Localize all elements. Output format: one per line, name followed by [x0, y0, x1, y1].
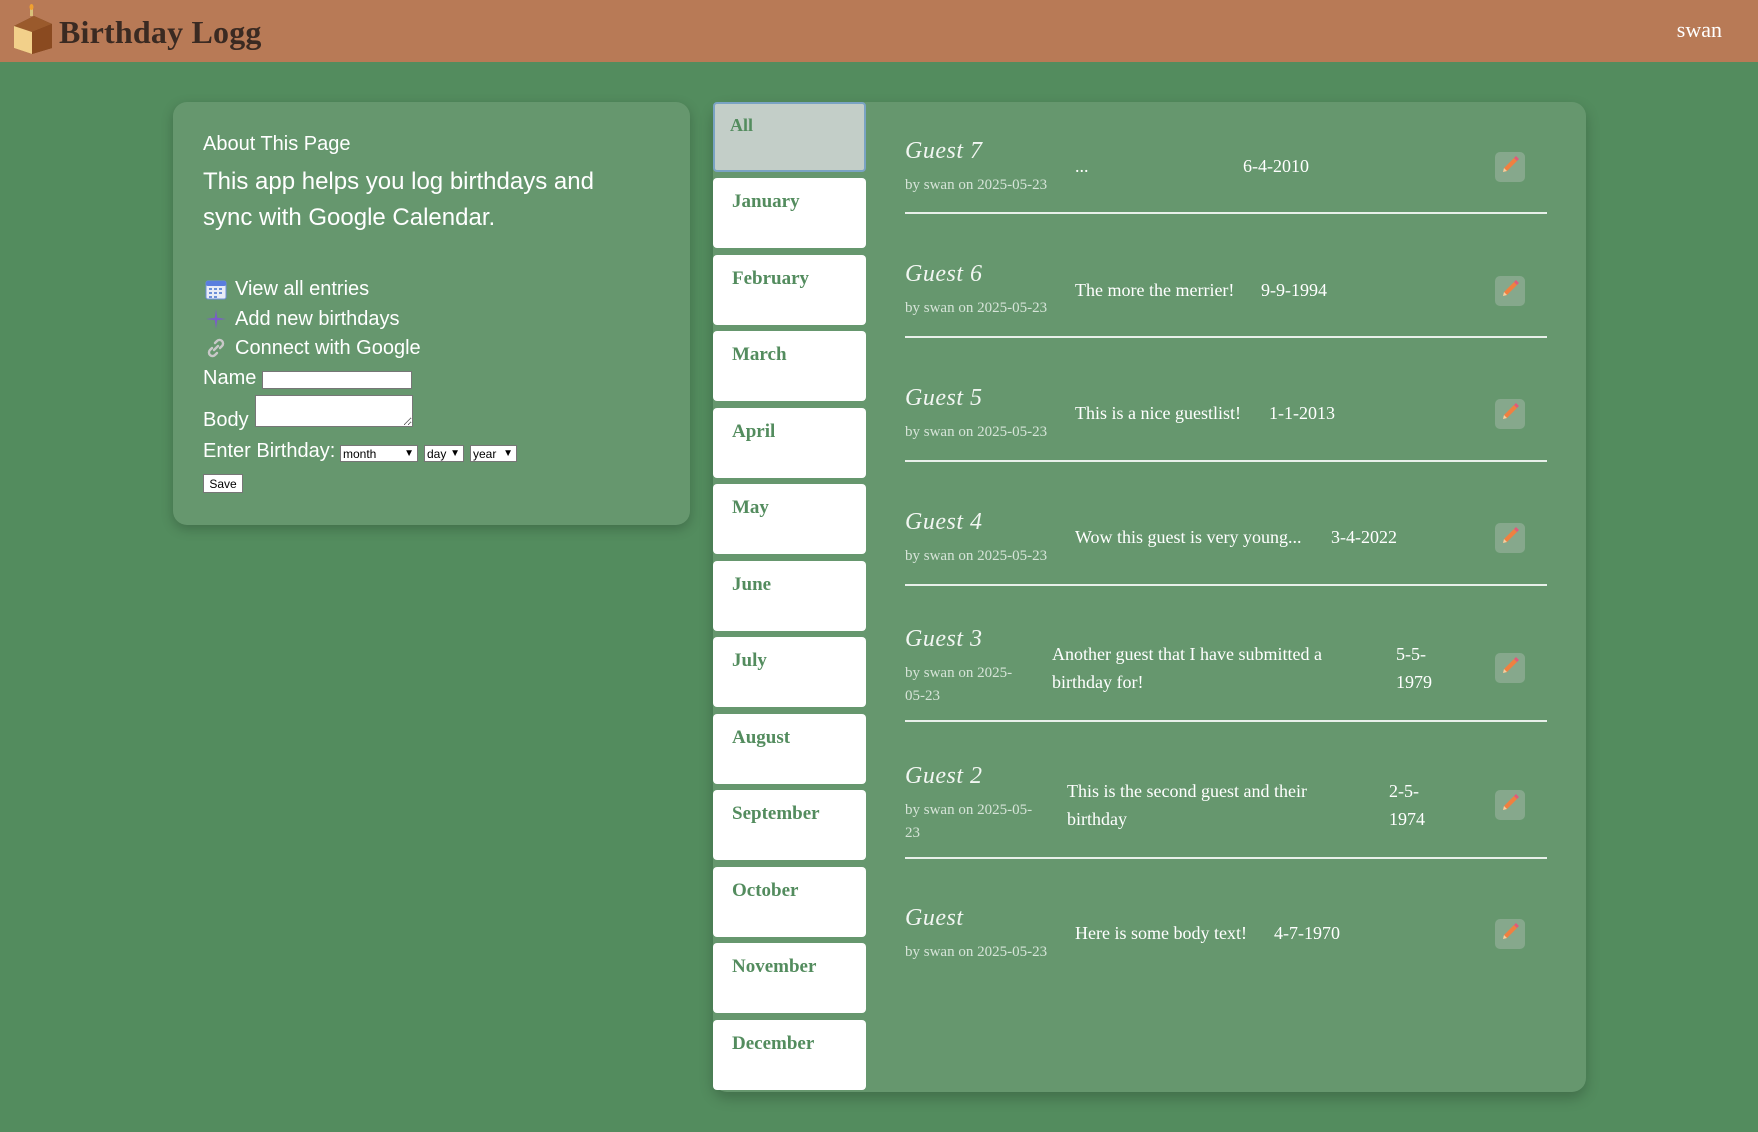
day-select[interactable]: day ▼	[424, 445, 464, 462]
entry-divider	[905, 336, 1547, 338]
entry-divider	[905, 857, 1547, 859]
name-label: Name	[203, 367, 257, 389]
add-new-birthdays-link[interactable]: Add new birthdays	[205, 306, 400, 332]
tab-october[interactable]: October	[713, 867, 866, 937]
guest-date: 2-5-1974	[1389, 781, 1425, 829]
chevron-down-icon: ▼	[450, 448, 460, 459]
save-button[interactable]: Save	[203, 474, 243, 493]
year-select-value: year	[473, 446, 497, 461]
tab-september[interactable]: September	[713, 790, 866, 860]
edit-button[interactable]	[1495, 523, 1525, 553]
tab-april[interactable]: April	[713, 408, 866, 478]
tab-august[interactable]: August	[713, 714, 866, 784]
connect-google-label: Connect with Google	[235, 336, 421, 359]
guest-body: Here is some body text!	[1075, 923, 1247, 943]
body-input[interactable]	[255, 395, 413, 427]
tab-all[interactable]: All	[713, 102, 866, 172]
day-select-value: day	[427, 446, 447, 461]
entry-row: Guest 6 by swan on 2025-05-23 The more t…	[905, 258, 1547, 338]
user-name[interactable]: swan	[1677, 17, 1722, 43]
pencil-icon	[1499, 655, 1521, 682]
entry-row: Guest 5 by swan on 2025-05-23 This is a …	[905, 382, 1547, 462]
guest-meta: by swan on 2025-05-23	[905, 300, 1048, 316]
month-select-value: month	[343, 446, 377, 461]
edit-button[interactable]	[1495, 919, 1525, 949]
birthday-label: Enter Birthday:	[203, 440, 336, 462]
entry-divider	[905, 212, 1547, 214]
app-title[interactable]: Birthday Logg	[59, 14, 262, 51]
entry-row: Guest by swan on 2025-05-23 Here is some…	[905, 902, 1547, 982]
guest-body: Wow this guest is very young...	[1075, 527, 1302, 547]
tab-june[interactable]: June	[713, 561, 866, 631]
guest-date: 6-4-2010	[1243, 156, 1309, 176]
guest-name: Guest 4	[905, 509, 983, 535]
entry-row: Guest 7 by swan on 2025-05-23 ... 6-4-20…	[905, 135, 1547, 215]
app-header: Birthday Logg swan	[0, 0, 1758, 62]
guest-date: 3-4-2022	[1331, 527, 1397, 547]
tab-february[interactable]: February	[713, 255, 866, 325]
edit-button[interactable]	[1495, 399, 1525, 429]
tab-july[interactable]: July	[713, 637, 866, 707]
guest-name: Guest 5	[905, 385, 983, 411]
tab-december[interactable]: December	[713, 1020, 866, 1090]
guest-body: Another guest that I have submitted a bi…	[1052, 644, 1322, 692]
guest-body: ...	[1075, 156, 1089, 176]
guest-name: Guest 2	[905, 763, 983, 789]
guest-meta: by swan on 2025-05-23	[905, 548, 1048, 564]
guest-name: Guest 3	[905, 626, 983, 652]
guest-body: This is a nice guestlist!	[1075, 403, 1241, 423]
guest-meta: by swan on 2025-05-23	[905, 177, 1048, 193]
tab-january[interactable]: January	[713, 178, 866, 248]
guest-date: 1-1-2013	[1269, 403, 1335, 423]
add-new-birthdays-label: Add new birthdays	[235, 307, 400, 330]
edit-button[interactable]	[1495, 790, 1525, 820]
connect-google-link[interactable]: Connect with Google	[205, 335, 421, 361]
about-description: This app helps you log birthdays and syn…	[203, 168, 594, 231]
edit-button[interactable]	[1495, 152, 1525, 182]
about-title: About This Page	[203, 133, 351, 155]
guest-body: This is the second guest and their birth…	[1067, 781, 1307, 829]
name-input[interactable]	[262, 371, 412, 389]
view-all-entries-label: View all entries	[235, 277, 370, 300]
chevron-down-icon: ▼	[503, 448, 513, 459]
edit-button[interactable]	[1495, 653, 1525, 683]
pencil-icon	[1499, 278, 1521, 305]
pencil-icon	[1499, 921, 1521, 948]
calendar-icon	[205, 278, 227, 300]
year-select[interactable]: year ▼	[470, 445, 517, 462]
guest-body: The more the merrier!	[1075, 280, 1235, 300]
entry-row: Guest 2 by swan on 2025-05-23 This is th…	[905, 760, 1547, 860]
guest-date: 4-7-1970	[1274, 923, 1340, 943]
tab-november[interactable]: November	[713, 943, 866, 1013]
entry-row: Guest 4 by swan on 2025-05-23 Wow this g…	[905, 506, 1547, 586]
guest-date: 5-5-1979	[1396, 644, 1432, 692]
pencil-icon	[1499, 525, 1521, 552]
guest-name: Guest 7	[905, 138, 983, 164]
body-label: Body	[203, 409, 249, 431]
guest-name: Guest	[905, 905, 964, 931]
guest-meta: by swan on 2025-05-23	[905, 944, 1048, 960]
guest-meta: by swan on 2025-05-23	[905, 424, 1048, 440]
entry-divider	[905, 584, 1547, 586]
tab-may[interactable]: May	[713, 484, 866, 554]
view-all-entries-link[interactable]: View all entries	[205, 276, 369, 302]
guest-name: Guest 6	[905, 261, 983, 287]
entry-row: Guest 3 by swan on 2025-05-23 Another gu…	[905, 623, 1547, 723]
entry-divider	[905, 460, 1547, 462]
entry-divider	[905, 720, 1547, 722]
guest-date: 9-9-1994	[1261, 280, 1327, 300]
tab-march[interactable]: March	[713, 331, 866, 401]
pencil-icon	[1499, 792, 1521, 819]
guest-meta: by swan on 2025-05-23	[905, 802, 1033, 841]
about-panel: About This Page This app helps you log b…	[173, 102, 690, 525]
edit-button[interactable]	[1495, 276, 1525, 306]
cake-logo-icon[interactable]	[10, 4, 54, 56]
link-icon	[205, 337, 227, 359]
pencil-icon	[1499, 401, 1521, 428]
month-select[interactable]: month ▼	[340, 445, 418, 462]
plus-icon	[205, 308, 227, 330]
guest-meta: by swan on 2025-05-23	[905, 665, 1013, 704]
chevron-down-icon: ▼	[404, 448, 414, 459]
pencil-icon	[1499, 154, 1521, 181]
